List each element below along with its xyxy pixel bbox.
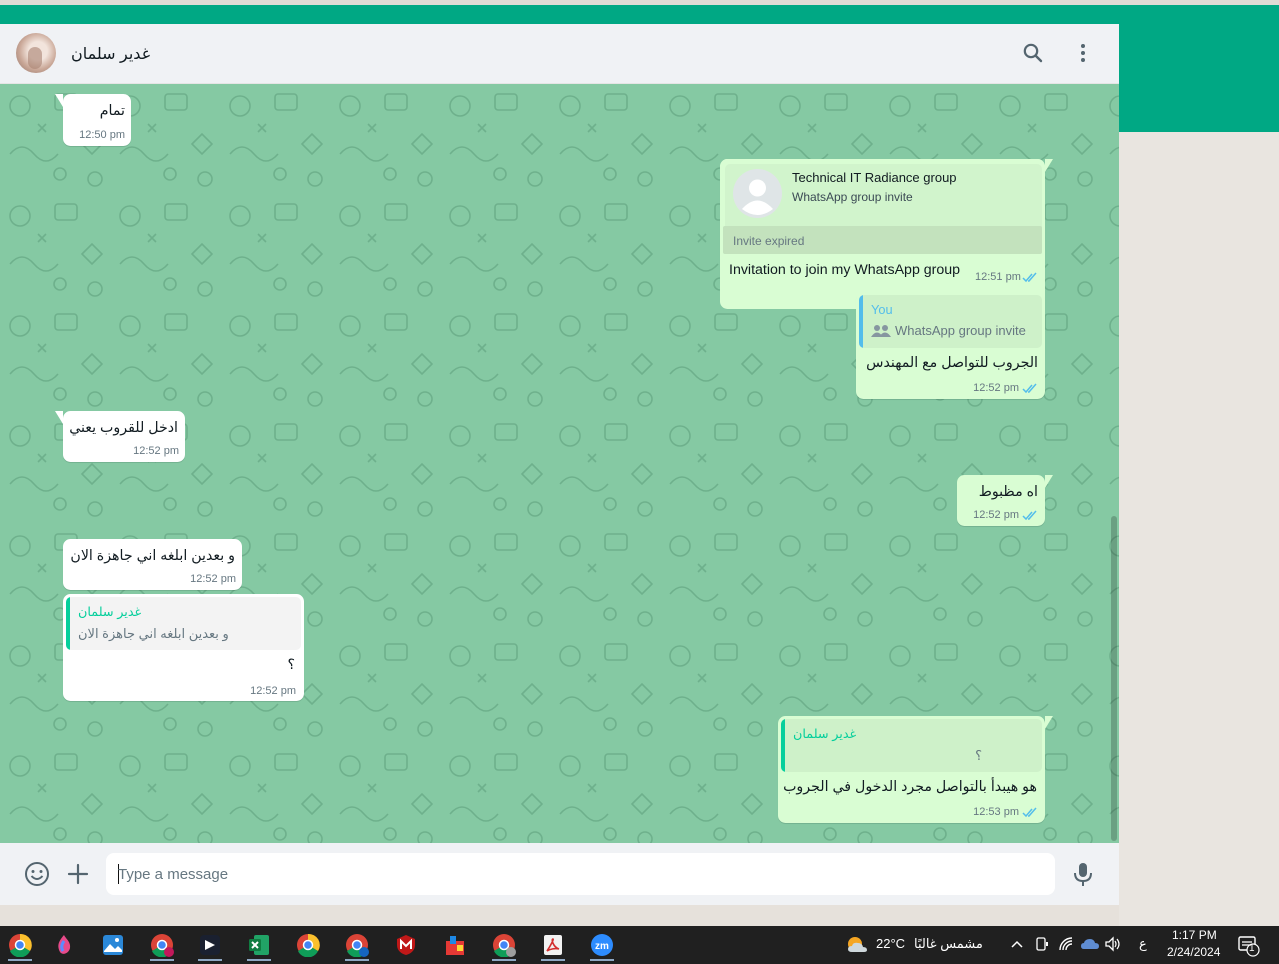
svg-text:zm: zm (595, 941, 609, 952)
clock-date[interactable]: 2/24/2024 (1167, 945, 1220, 959)
message-incoming[interactable]: ادخل للقروب يعني 12:52 pm (55, 411, 185, 462)
weather-description[interactable]: مشمس غالبًا (914, 936, 983, 952)
contact-avatar[interactable] (16, 33, 56, 73)
chevron-up-icon[interactable] (1010, 938, 1024, 950)
invite-status-text: Invite expired (733, 234, 805, 248)
microphone-icon[interactable] (1070, 861, 1096, 887)
message-input[interactable] (118, 864, 1038, 884)
chrome-profile-taskbar-icon[interactable] (0, 930, 40, 961)
invite-status-strip: Invite expired (723, 226, 1042, 254)
group-icon (871, 325, 891, 337)
message-incoming-reply[interactable]: غدير سلمان و بعدين ابلغه اني جاهزة الان … (63, 594, 304, 701)
onedrive-icon[interactable] (1080, 936, 1100, 952)
mcafee-taskbar-icon[interactable] (386, 930, 426, 960)
message-time: 12:53 pm (973, 806, 1019, 818)
chrome-taskbar-icon[interactable] (288, 930, 328, 960)
chrome-w-profile-taskbar-icon[interactable] (142, 930, 182, 961)
message-outgoing-reply[interactable]: You WhatsApp group invite الجروب للتواصل… (856, 292, 1045, 399)
wifi-icon[interactable] (1058, 936, 1076, 952)
volume-icon[interactable] (1104, 936, 1122, 952)
read-ticks-icon (1022, 510, 1037, 521)
capcut-taskbar-icon[interactable] (190, 930, 230, 961)
reply-quote[interactable]: غدير سلمان ؟ (781, 719, 1042, 772)
quote-author: غدير سلمان (793, 726, 857, 741)
reply-quote[interactable]: غدير سلمان و بعدين ابلغه اني جاهزة الان (66, 597, 301, 650)
quote-text: ؟ (975, 748, 982, 763)
search-icon[interactable] (1021, 41, 1045, 65)
whatsapp-app: غدير سلمان تمام 12:50 pm Technical IT Ra… (0, 24, 1119, 905)
message-text: Invitation to join my WhatsApp group (729, 262, 961, 278)
windows-taskbar: zm 22°C مشمس غالبًا ع 1:17 PM 2/24/2024 … (0, 926, 1279, 964)
chat-scrollbar-thumb[interactable] (1111, 516, 1117, 841)
group-invite-name: Technical IT Radiance group (792, 170, 957, 185)
message-input-box[interactable] (106, 853, 1055, 895)
clock-time[interactable]: 1:17 PM (1172, 928, 1217, 942)
right-background (1119, 132, 1279, 926)
message-time: 12:52 pm (190, 573, 236, 585)
emoji-icon[interactable] (24, 861, 50, 887)
read-ticks-icon (1022, 383, 1037, 394)
excel-taskbar-icon[interactable] (239, 930, 279, 961)
input-language[interactable]: ع (1139, 936, 1147, 952)
message-time: 12:52 pm (973, 382, 1019, 394)
right-brand-band (1119, 5, 1279, 132)
message-time: 12:52 pm (250, 685, 296, 697)
group-default-avatar-icon (733, 169, 782, 218)
quote-author: You (871, 302, 893, 317)
weather-partly-sunny-icon[interactable] (846, 935, 868, 955)
chrome-w2-profile-taskbar-icon[interactable] (337, 930, 377, 961)
paint-taskbar-icon[interactable] (435, 930, 475, 960)
quote-text: و بعدين ابلغه اني جاهزة الان (78, 626, 229, 641)
acrobat-taskbar-icon[interactable] (533, 930, 573, 961)
message-text: تمام (99, 103, 125, 119)
message-text: هو هيبدأ بالتواصل مجرد الدخول في الجروب (783, 779, 1037, 795)
contact-name[interactable]: غدير سلمان (71, 44, 150, 64)
message-text: و بعدين ابلغه اني جاهزة الان (70, 548, 235, 564)
read-ticks-icon (1022, 807, 1037, 818)
notifications-count: 1 (1249, 943, 1255, 954)
photos-taskbar-icon[interactable] (93, 930, 133, 960)
plus-icon[interactable] (65, 861, 91, 887)
copilot-taskbar-icon[interactable] (44, 930, 84, 960)
message-list[interactable]: تمام 12:50 pm Technical IT Radiance grou… (0, 84, 1119, 843)
quote-text: WhatsApp group invite (895, 323, 1026, 338)
message-incoming[interactable]: تمام 12:50 pm (55, 94, 131, 146)
message-time: 12:51 pm (975, 271, 1021, 283)
message-time: 12:52 pm (133, 445, 179, 457)
message-composer (0, 843, 1119, 905)
message-outgoing-reply[interactable]: غدير سلمان ؟ هو هيبدأ بالتواصل مجرد الدخ… (778, 716, 1053, 823)
weather-temperature[interactable]: 22°C (876, 936, 905, 951)
read-ticks-icon (1022, 272, 1037, 283)
device-icon[interactable] (1034, 936, 1050, 952)
top-brand-band (0, 5, 1279, 24)
message-text: ؟ (287, 657, 295, 673)
kebab-menu-icon[interactable] (1071, 41, 1095, 65)
message-text: ادخل للقروب يعني (69, 420, 178, 436)
quote-author: غدير سلمان (78, 604, 142, 619)
message-outgoing[interactable]: اه مظبوط 12:52 pm (957, 475, 1053, 526)
group-invite-label: WhatsApp group invite (792, 190, 913, 204)
chat-header: غدير سلمان (0, 24, 1119, 84)
chrome-profile-2-taskbar-icon[interactable] (484, 930, 524, 961)
message-time: 12:52 pm (973, 509, 1019, 521)
message-incoming[interactable]: و بعدين ابلغه اني جاهزة الان 12:52 pm (63, 539, 242, 590)
bottom-background (0, 905, 1119, 926)
message-text: اه مظبوط (978, 484, 1038, 500)
message-text: الجروب للتواصل مع المهندس (866, 355, 1038, 371)
reply-quote[interactable]: You WhatsApp group invite (859, 295, 1042, 348)
zoom-taskbar-icon[interactable]: zm (582, 930, 622, 961)
message-time: 12:50 pm (79, 129, 125, 141)
